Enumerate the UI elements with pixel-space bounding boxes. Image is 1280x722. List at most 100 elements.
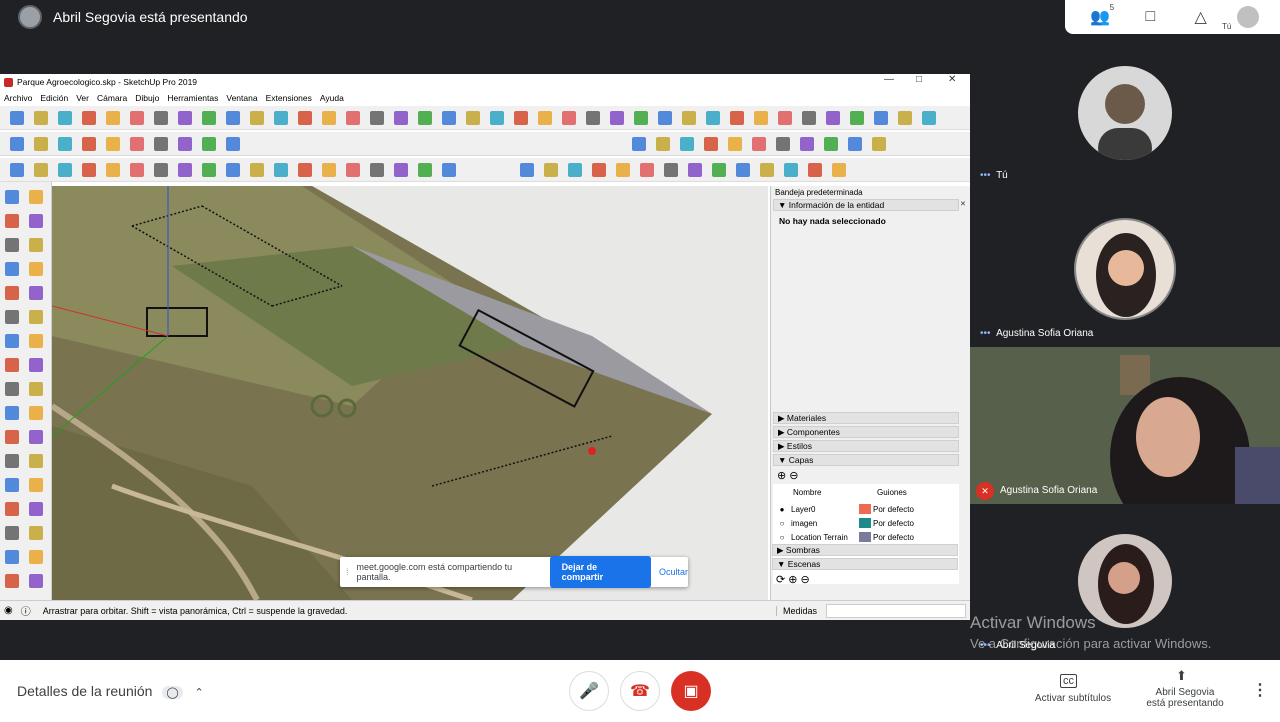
toolbar-tool-icon[interactable] [490, 111, 504, 125]
left-tool-icon[interactable] [5, 214, 19, 228]
toolbar-tool-icon[interactable] [202, 163, 216, 177]
toolbar-tool-icon[interactable] [658, 111, 672, 125]
entity-info-header[interactable]: ▼ Información de la entidad ✕ [773, 199, 966, 211]
toolbar-tool-icon[interactable] [250, 163, 264, 177]
left-tool-icon[interactable] [29, 526, 43, 540]
toolbar-tool-icon[interactable] [824, 137, 838, 151]
toolbar-tool-icon[interactable] [800, 137, 814, 151]
section-materiales[interactable]: ▶ Materiales [773, 412, 959, 424]
left-tool-icon[interactable] [5, 478, 19, 492]
left-tool-icon[interactable] [5, 550, 19, 564]
left-toolbar[interactable] [0, 182, 52, 600]
left-tool-icon[interactable] [29, 286, 43, 300]
meeting-details-button[interactable]: Detalles de la reunión ◯ ⌃ [17, 683, 204, 699]
left-tool-icon[interactable] [29, 262, 43, 276]
toolbar-tool-icon[interactable] [538, 111, 552, 125]
left-tool-icon[interactable] [5, 262, 19, 276]
toolbar-tool-icon[interactable] [82, 137, 96, 151]
layer-color-swatch[interactable] [859, 518, 871, 528]
toolbar-tool-icon[interactable] [802, 111, 816, 125]
toolbar-tool-icon[interactable] [130, 137, 144, 151]
visibility-icon[interactable]: ○ [773, 519, 791, 528]
left-tool-icon[interactable] [5, 502, 19, 516]
toolbar-tool-icon[interactable] [130, 111, 144, 125]
left-tool-icon[interactable] [5, 526, 19, 540]
toolbar-tool-icon[interactable] [178, 137, 192, 151]
self-avatar[interactable] [1236, 6, 1259, 28]
more-options-icon[interactable]: ⋮ [1252, 680, 1268, 700]
toolbar-tool-icon[interactable] [58, 163, 72, 177]
measures-input[interactable] [826, 603, 966, 618]
left-tool-icon[interactable] [29, 238, 43, 252]
toolbar-tool-icon[interactable] [34, 137, 48, 151]
toolbar-tool-icon[interactable] [872, 137, 886, 151]
stop-sharing-button[interactable]: Dejar de compartir [549, 556, 651, 588]
toolbar-tool-icon[interactable] [58, 111, 72, 125]
toolbar-tool-icon[interactable] [568, 163, 582, 177]
toolbar-tool-icon[interactable] [632, 137, 646, 151]
toolbar-tool-icon[interactable] [730, 111, 744, 125]
toolbar-tool-icon[interactable] [10, 111, 24, 125]
menu-ventana[interactable]: Ventana [226, 93, 257, 103]
toolbar-tool-icon[interactable] [82, 163, 96, 177]
layer-dash[interactable]: Por defecto [873, 519, 930, 528]
visibility-icon[interactable]: ○ [773, 533, 791, 542]
captions-button[interactable]: Activar subtítulos [1030, 693, 1116, 704]
info-icon[interactable]: ⓘ [21, 603, 31, 618]
toolbar-tool-icon[interactable] [688, 163, 702, 177]
toolbar-tool-icon[interactable] [34, 163, 48, 177]
close-button[interactable]: ✕ [948, 74, 956, 85]
drag-handle-icon[interactable]: ⁞ [346, 567, 349, 577]
toolbar-tool-icon[interactable] [274, 163, 288, 177]
toolbar-tool-icon[interactable] [322, 111, 336, 125]
left-tool-icon[interactable] [5, 358, 19, 372]
toolbar-tool-icon[interactable] [514, 111, 528, 125]
toolbar-tool-icon[interactable] [274, 111, 288, 125]
toolbar-tool-icon[interactable] [922, 111, 936, 125]
toolbar-icons-2[interactable] [0, 132, 970, 156]
toolbar-tool-icon[interactable] [680, 137, 694, 151]
left-tool-icon[interactable] [5, 430, 19, 444]
left-tool-icon[interactable] [29, 334, 43, 348]
left-tool-icon[interactable] [29, 454, 43, 468]
toolbar-tool-icon[interactable] [370, 163, 384, 177]
menu-camara[interactable]: Cámara [97, 93, 127, 103]
toolbar-tool-icon[interactable] [712, 163, 726, 177]
toolbar-tool-icon[interactable] [850, 111, 864, 125]
toolbar-tool-icon[interactable] [544, 163, 558, 177]
toolbar-tool-icon[interactable] [202, 137, 216, 151]
toolbar-tool-icon[interactable] [154, 163, 168, 177]
toolbar-tool-icon[interactable] [736, 163, 750, 177]
hide-button[interactable]: Ocultar [659, 567, 688, 577]
section-sombras[interactable]: ▶ Sombras [772, 544, 958, 556]
toolbar-tool-icon[interactable] [656, 137, 670, 151]
layer-color-swatch[interactable] [859, 532, 871, 542]
menu-dibujo[interactable]: Dibujo [135, 93, 159, 103]
section-componentes[interactable]: ▶ Componentes [773, 426, 959, 438]
left-tool-icon[interactable] [5, 454, 19, 468]
left-tool-icon[interactable] [5, 238, 19, 252]
section-escenas[interactable]: ▼ Escenas [772, 558, 958, 570]
menu-ver[interactable]: Ver [76, 93, 89, 103]
left-tool-icon[interactable] [5, 334, 19, 348]
toolbar-tool-icon[interactable] [616, 163, 630, 177]
left-tool-icon[interactable] [29, 190, 43, 204]
left-tool-icon[interactable] [29, 550, 43, 564]
toolbar-tool-icon[interactable] [752, 137, 766, 151]
toolbar-tool-icon[interactable] [346, 163, 360, 177]
menu-ayuda[interactable]: Ayuda [320, 93, 344, 103]
toolbar-tool-icon[interactable] [704, 137, 718, 151]
menu-edicion[interactable]: Edición [40, 93, 68, 103]
toolbar-tool-icon[interactable] [10, 137, 24, 151]
toolbar-tool-icon[interactable] [826, 111, 840, 125]
toolbar-tool-icon[interactable] [250, 111, 264, 125]
toolbar-tool-icon[interactable] [346, 111, 360, 125]
presenting-button[interactable]: Abril Segovia está presentando [1140, 687, 1230, 709]
toolbar-tool-icon[interactable] [178, 111, 192, 125]
toolbar-tool-icon[interactable] [202, 111, 216, 125]
toolbar-tool-icon[interactable] [634, 111, 648, 125]
toolbar-tool-icon[interactable] [298, 163, 312, 177]
scenes-controls[interactable]: ⟳ ⊕ ⊖ [776, 573, 810, 586]
layer-dash[interactable]: Por defecto [873, 533, 930, 542]
toolbar-tool-icon[interactable] [832, 163, 846, 177]
